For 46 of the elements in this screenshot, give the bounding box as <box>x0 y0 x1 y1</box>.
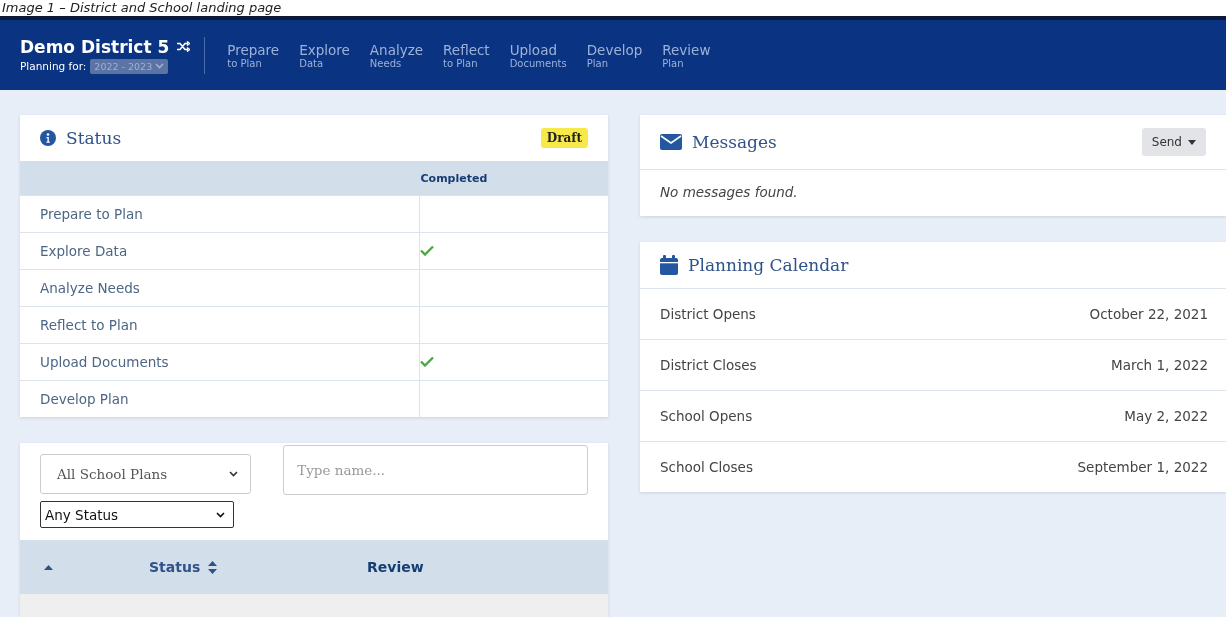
step-label: Reflect to Plan <box>40 317 138 333</box>
chevron-icon <box>229 471 239 477</box>
sortable-column-header[interactable]: Status <box>149 559 307 575</box>
event-name: District Closes <box>660 357 757 373</box>
nav-link[interactable]: Upload Documents <box>499 41 577 69</box>
step-label: Develop Plan <box>40 391 129 407</box>
status-badge: Draft <box>540 128 588 148</box>
nav-link[interactable]: Prepare to Plan <box>217 41 290 69</box>
card-title: Status <box>66 128 122 148</box>
column-header: Review <box>367 559 424 575</box>
column-header: Completed <box>419 161 608 196</box>
plan-select[interactable]: All School Plans <box>40 454 252 494</box>
event-name: District Opens <box>660 306 756 322</box>
nav-link[interactable]: Develop Plan <box>576 41 653 69</box>
status-select[interactable]: Any Status <box>40 501 234 528</box>
step-label: Explore Data <box>40 243 128 259</box>
event-date: May 2, 2022 <box>1124 408 1208 424</box>
sort-icon <box>208 560 218 574</box>
nav-link[interactable]: Analyze Needs <box>359 41 434 69</box>
calendar-icon <box>660 255 678 275</box>
event-date: September 1, 2022 <box>1077 459 1208 475</box>
info-icon <box>40 130 56 146</box>
shuffle-icon[interactable] <box>177 41 191 52</box>
sort-up-icon[interactable] <box>44 564 53 570</box>
event-date: March 1, 2022 <box>1111 357 1208 373</box>
planning-label: Planning for: <box>20 60 87 72</box>
caret-icon <box>1188 139 1196 145</box>
chevron-icon <box>155 63 165 69</box>
step-label: Upload Documents <box>40 354 169 370</box>
event-date: October 22, 2021 <box>1089 306 1208 322</box>
chevron-icon <box>216 511 225 518</box>
empty-message: No messages found. <box>659 183 799 202</box>
step-label: Prepare to Plan <box>40 206 143 222</box>
district-title: Demo District 5 <box>20 36 170 57</box>
name-input[interactable]: Type name... <box>283 445 588 495</box>
image-caption: Image 1 – District and School landing page <box>0 0 1226 16</box>
send-button[interactable]: Send <box>1141 128 1206 156</box>
event-name: School Closes <box>660 459 753 475</box>
nav-link[interactable]: Explore Data <box>289 41 360 69</box>
step-label: Analyze Needs <box>40 280 140 296</box>
nav-link[interactable]: Reflect to Plan <box>433 41 500 69</box>
envelope-icon <box>660 134 682 150</box>
nav-link[interactable]: Review Plan <box>652 41 721 69</box>
card-title: Messages <box>692 132 777 152</box>
event-name: School Opens <box>660 408 753 424</box>
card-title: Planning Calendar <box>688 255 849 275</box>
